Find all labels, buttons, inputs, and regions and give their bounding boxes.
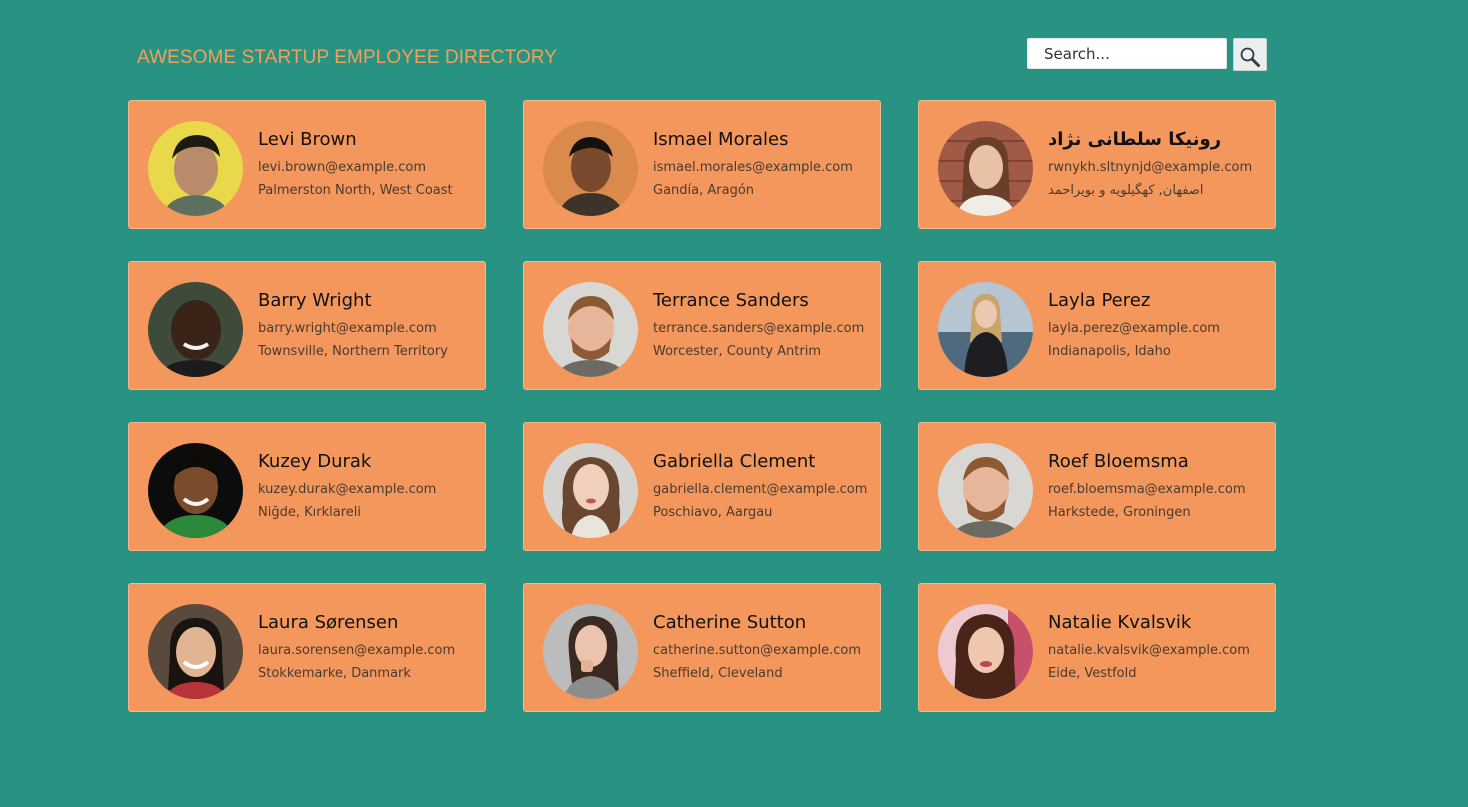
employee-info: Roef Bloemsma roef.bloemsma@example.com … [1048,451,1267,524]
employee-card[interactable]: رونیکا سلطانی نژاد rwnykh.sltnynjd@examp… [918,100,1276,229]
employee-location: Indianapolis, Idaho [1048,344,1171,359]
page-title: AWESOME STARTUP EMPLOYEE DIRECTORY [137,47,558,68]
employee-location: Niğde, Kırklareli [258,505,361,520]
employee-email: ismael.morales@example.com [653,160,853,175]
employee-info: رونیکا سلطانی نژاد rwnykh.sltnynjd@examp… [1048,129,1267,202]
employee-name: رونیکا سلطانی نژاد [1048,129,1222,150]
avatar [938,121,1033,216]
employee-location: Gandía, Aragón [653,183,755,198]
employee-location: Harkstede, Groningen [1048,505,1191,520]
employee-email: barry.wright@example.com [258,321,437,336]
avatar [543,121,638,216]
employee-location: Townsville, Northern Territory [258,344,448,359]
search-button[interactable] [1233,38,1267,71]
page-header: AWESOME STARTUP EMPLOYEE DIRECTORY [128,38,1276,78]
employee-info: Catherine Sutton catherine.sutton@exampl… [653,612,872,685]
employee-email: kuzey.durak@example.com [258,482,437,497]
employee-email: laura.sorensen@example.com [258,643,456,658]
employee-name: Laura Sørensen [258,612,399,633]
employee-name: Layla Perez [1048,290,1151,311]
employee-card[interactable]: Levi Brown levi.brown@example.com Palmer… [128,100,486,229]
avatar [938,443,1033,538]
avatar [148,121,243,216]
employee-name: Kuzey Durak [258,451,372,472]
employee-card[interactable]: Roef Bloemsma roef.bloemsma@example.com … [918,422,1276,551]
employee-location: Eide, Vestfold [1048,666,1137,681]
employee-name: Natalie Kvalsvik [1048,612,1192,633]
employee-card[interactable]: Natalie Kvalsvik natalie.kvalsvik@exampl… [918,583,1276,712]
search-icon [1234,46,1266,68]
employee-info: Levi Brown levi.brown@example.com Palmer… [258,129,477,202]
employee-name: Gabriella Clement [653,451,816,472]
avatar [148,443,243,538]
search-input[interactable] [1027,38,1227,69]
employee-email: terrance.sanders@example.com [653,321,865,336]
employee-card[interactable]: Ismael Morales ismael.morales@example.co… [523,100,881,229]
employee-card[interactable]: Terrance Sanders terrance.sanders@exampl… [523,261,881,390]
employee-info: Gabriella Clement gabriella.clement@exam… [653,451,872,524]
employee-card[interactable]: Laura Sørensen laura.sorensen@example.co… [128,583,486,712]
employee-location: اصفهان, کهگیلویه و بویراحمد [1048,183,1204,198]
employee-location: Sheffield, Cleveland [653,666,783,681]
avatar [148,604,243,699]
employee-name: Catherine Sutton [653,612,807,633]
employee-info: Natalie Kvalsvik natalie.kvalsvik@exampl… [1048,612,1267,685]
employee-name: Roef Bloemsma [1048,451,1189,472]
employee-location: Poschiavo, Aargau [653,505,773,520]
avatar [938,604,1033,699]
avatar [543,282,638,377]
employee-card[interactable]: Barry Wright barry.wright@example.com To… [128,261,486,390]
avatar [543,604,638,699]
avatar [938,282,1033,377]
employee-location: Worcester, County Antrim [653,344,822,359]
employee-info: Barry Wright barry.wright@example.com To… [258,290,477,363]
employee-email: levi.brown@example.com [258,160,427,175]
employee-card[interactable]: Catherine Sutton catherine.sutton@exampl… [523,583,881,712]
employee-location: Palmerston North, West Coast [258,183,453,198]
employee-card[interactable]: Gabriella Clement gabriella.clement@exam… [523,422,881,551]
employee-info: Terrance Sanders terrance.sanders@exampl… [653,290,872,363]
employee-name: Ismael Morales [653,129,789,150]
employee-name: Terrance Sanders [653,290,809,311]
employee-info: Layla Perez layla.perez@example.com Indi… [1048,290,1267,363]
avatar [148,282,243,377]
employee-name: Levi Brown [258,129,357,150]
employee-card[interactable]: Layla Perez layla.perez@example.com Indi… [918,261,1276,390]
employee-email: roef.bloemsma@example.com [1048,482,1246,497]
employee-info: Kuzey Durak kuzey.durak@example.com Niğd… [258,451,477,524]
employee-location: Stokkemarke, Danmark [258,666,411,681]
employee-email: natalie.kvalsvik@example.com [1048,643,1250,658]
employee-email: rwnykh.sltnynjd@example.com [1048,160,1253,175]
avatar [543,443,638,538]
employee-info: Laura Sørensen laura.sorensen@example.co… [258,612,477,685]
employee-card[interactable]: Kuzey Durak kuzey.durak@example.com Niğd… [128,422,486,551]
employee-name: Barry Wright [258,290,372,311]
employee-email: gabriella.clement@example.com [653,482,868,497]
employee-email: layla.perez@example.com [1048,321,1220,336]
employee-info: Ismael Morales ismael.morales@example.co… [653,129,872,202]
employee-email: catherine.sutton@example.com [653,643,862,658]
